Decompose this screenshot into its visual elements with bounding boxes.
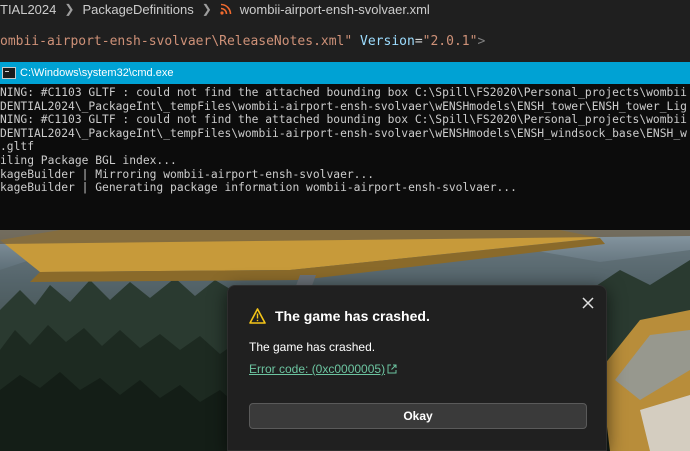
cmd-output-line: DENTIAL2024\_PackageInt\_tempFiles\wombi… — [0, 126, 687, 140]
breadcrumb-item-root[interactable]: TIAL2024 — [0, 2, 56, 17]
cmd-titlebar[interactable]: C:\Windows\system32\cmd.exe — [0, 62, 690, 84]
cmd-output-line: DENTIAL2024\_PackageInt\_tempFiles\wombi… — [0, 99, 687, 113]
cmd-output-line: kageBuilder | Mirroring wombii-airport-e… — [0, 167, 375, 181]
rss-icon — [220, 3, 232, 15]
code-editor: TIAL2024 ❯ PackageDefinitions ❯ wombii-a… — [0, 0, 690, 62]
code-attr-name: Version — [360, 34, 415, 49]
dialog-title: The game has crashed. — [275, 308, 430, 324]
cmd-title: C:\Windows\system32\cmd.exe — [20, 67, 174, 79]
breadcrumb: TIAL2024 ❯ PackageDefinitions ❯ wombii-a… — [0, 0, 430, 18]
okay-button[interactable]: Okay — [249, 403, 587, 429]
cmd-output-line: NING: #C1103 GLTF : could not find the a… — [0, 113, 687, 127]
chevron-right-icon: ❯ — [64, 2, 75, 16]
close-icon — [582, 297, 594, 309]
error-code-text: Error code: (0xc0000005) — [249, 362, 386, 376]
cmd-window[interactable]: C:\Windows\system32\cmd.exe NING: #C1103… — [0, 62, 690, 230]
cmd-output-line: kageBuilder | Generating package informa… — [0, 181, 517, 195]
breadcrumb-item-folder[interactable]: PackageDefinitions — [82, 2, 193, 17]
dialog-header: The game has crashed. — [249, 308, 430, 324]
breadcrumb-item-file[interactable]: wombii-airport-ensh-svolvaer.xml — [240, 2, 430, 17]
cmd-output-line: iling Package BGL index... — [0, 153, 177, 167]
code-equals: = — [414, 34, 423, 49]
code-line[interactable]: ombii-airport-ensh-svolvaer\ReleaseNotes… — [0, 32, 485, 52]
code-attr-value: "2.0.1" — [422, 34, 478, 49]
cmd-icon — [2, 67, 16, 79]
cmd-output-line: NING: #C1103 GLTF : could not find the a… — [0, 86, 687, 99]
external-link-icon — [387, 364, 397, 374]
code-tag-close: > — [477, 34, 486, 49]
warning-icon — [249, 308, 266, 324]
close-button[interactable] — [579, 294, 597, 312]
cmd-output-line: .gltf — [0, 140, 35, 154]
crash-dialog: The game has crashed. The game has crash… — [227, 285, 607, 451]
error-code-link[interactable]: Error code: (0xc0000005) — [249, 362, 397, 376]
dialog-message: The game has crashed. — [249, 340, 376, 354]
chevron-right-icon: ❯ — [201, 2, 212, 16]
code-string-path: ombii-airport-ensh-svolvaer\ReleaseNotes… — [0, 34, 353, 49]
cmd-output[interactable]: NING: #C1103 GLTF : could not find the a… — [0, 84, 690, 195]
